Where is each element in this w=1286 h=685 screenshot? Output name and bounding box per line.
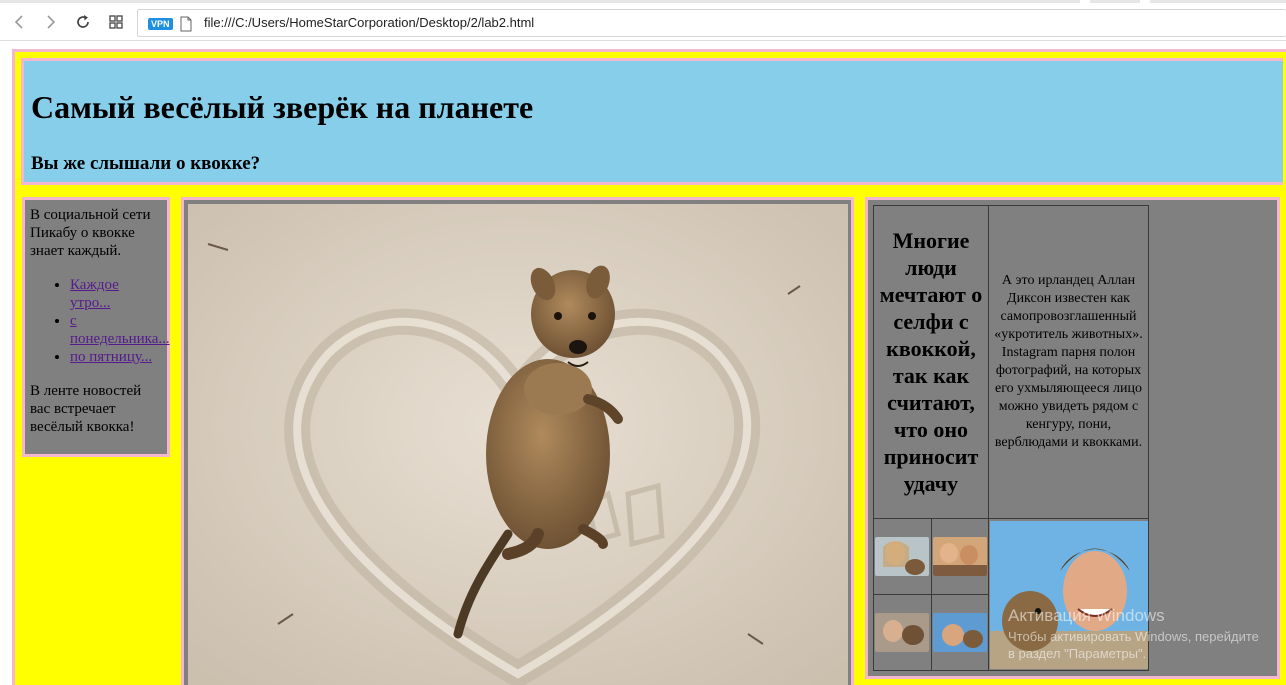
- left-sidebar: В социальной сети Пикабу о квокке знает …: [22, 197, 170, 457]
- browser-toolbar: VPN file:///C:/Users/HomeStarCorporation…: [0, 4, 1286, 41]
- sidebar-outro: В ленте новостей вас встречает весёлый к…: [30, 383, 142, 435]
- url-text[interactable]: file:///C:/Users/HomeStarCorporation/Des…: [204, 15, 534, 31]
- thumbnail-cell: [873, 594, 932, 671]
- allan-dixon-selfie: [989, 520, 1148, 669]
- file-icon: [180, 16, 192, 32]
- page-subtitle: Вы же слышали о квокке?: [31, 153, 261, 174]
- sidebar-link-list: Каждое утро... с понедельника... по пятн…: [30, 276, 170, 366]
- quokka-on-sand-image: [188, 204, 848, 685]
- address-bar[interactable]: VPN file:///C:/Users/HomeStarCorporation…: [137, 9, 1286, 37]
- selfie-thumbnail-2: [932, 537, 987, 576]
- story-cell: А это ирландец Аллан Диксон известен как…: [988, 205, 1149, 519]
- selfie-thumbnail-4: [932, 613, 987, 652]
- forward-button[interactable]: [38, 10, 62, 34]
- link-from-monday[interactable]: с понедельника...: [70, 313, 170, 347]
- quote-cell: Многие люди мечтают о селфи с квоккой, т…: [873, 205, 989, 519]
- back-button[interactable]: [8, 10, 32, 34]
- apps-grid-icon: [109, 15, 123, 29]
- link-every-morning[interactable]: Каждое утро...: [70, 277, 119, 311]
- selfie-thumbnail-3: [875, 613, 930, 652]
- link-to-friday[interactable]: по пятницу...: [70, 349, 152, 365]
- allan-dixon-story: А это ирландец Аллан Диксон известен как…: [994, 273, 1143, 450]
- selfie-quote: Многие люди мечтают о селфи с квоккой, т…: [879, 228, 983, 496]
- list-item: Каждое утро...: [70, 276, 163, 312]
- reload-icon: [77, 15, 89, 28]
- list-item: с понедельника...: [70, 312, 170, 348]
- tab-strip-line: [1150, 0, 1286, 3]
- thumbnail-cell: [930, 518, 989, 595]
- main-image-panel: [181, 197, 854, 685]
- reload-button[interactable]: [71, 10, 95, 34]
- list-item: по пятницу...: [70, 348, 163, 366]
- page-body: Самый весёлый зверёк на планете Вы же сл…: [12, 49, 1286, 685]
- page-header: Самый весёлый зверёк на планете Вы же сл…: [21, 58, 1283, 185]
- thumbnail-cell: [873, 518, 932, 595]
- vpn-badge[interactable]: VPN: [148, 18, 173, 30]
- back-icon: [14, 15, 23, 29]
- tab-strip-line: [1090, 0, 1140, 3]
- page-title: Самый весёлый зверёк на планете: [31, 89, 534, 125]
- sidebar-intro: В социальной сети Пикабу о квокке знает …: [30, 207, 151, 259]
- selfie-thumbnail-1: [875, 537, 930, 576]
- big-photo-cell: [988, 518, 1149, 671]
- tab-strip-line: [0, 0, 1080, 3]
- info-table: Многие люди мечтают о селфи с квоккой, т…: [873, 205, 1149, 671]
- right-panel: Многие люди мечтают о селфи с квоккой, т…: [865, 197, 1280, 679]
- apps-button[interactable]: [104, 10, 128, 34]
- quokka-photo: [188, 204, 848, 685]
- thumbnail-cell: [930, 594, 989, 671]
- forward-icon: [47, 15, 56, 29]
